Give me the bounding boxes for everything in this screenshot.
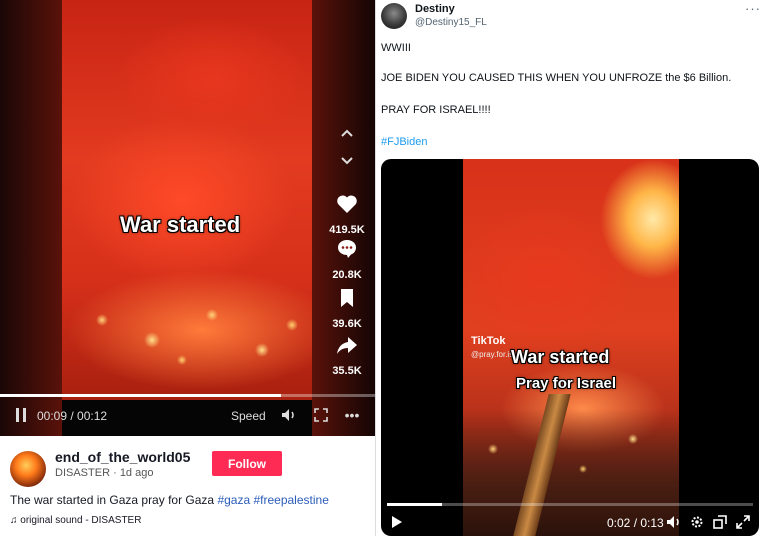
chevron-down-icon <box>341 157 353 165</box>
tweet-video-progress-bar[interactable] <box>387 503 753 506</box>
video-time: 00:09 / 00:12 <box>37 409 107 423</box>
comment-count: 20.8K <box>332 269 362 281</box>
tweet-text-line-1: WWIII <box>381 42 411 54</box>
video-frame-embers <box>62 290 312 380</box>
share-button[interactable]: 35.5K <box>326 333 368 377</box>
tiktok-watermark: TikTok <box>471 335 506 347</box>
tweet-video-progress-fill <box>387 503 442 506</box>
pause-button[interactable] <box>14 406 28 424</box>
tweet-play-button[interactable] <box>389 513 405 531</box>
hashtag-gaza[interactable]: #gaza <box>217 493 250 507</box>
post-description: The war started in Gaza pray for Gaza #g… <box>10 493 329 507</box>
chevron-up-icon <box>341 129 353 137</box>
tweet-video-controls: 0:02 / 0:13 <box>381 511 759 533</box>
tweet-author-handle[interactable]: @Destiny15_FL <box>415 17 487 28</box>
tweet-video-time: 0:02 / 0:13 <box>607 516 664 530</box>
tweet-video-caption-2: Pray for Israel <box>516 375 617 392</box>
next-video-button[interactable] <box>336 150 358 172</box>
tweet-settings-button[interactable] <box>688 513 706 531</box>
more-options-button[interactable]: ••• <box>343 406 361 424</box>
author-avatar[interactable] <box>10 451 46 487</box>
picture-in-picture-icon <box>713 515 727 529</box>
share-arrow-icon <box>337 337 357 354</box>
expand-icon <box>736 515 750 529</box>
share-count: 35.5K <box>332 365 362 377</box>
author-username[interactable]: end_of_the_world05 <box>55 449 190 465</box>
follow-button[interactable]: Follow <box>212 451 282 476</box>
pause-icon <box>16 408 26 422</box>
video-progress-fill <box>0 394 282 397</box>
speaker-icon <box>667 516 679 528</box>
speaker-icon <box>282 409 294 421</box>
bookmark-button[interactable]: 39.6K <box>326 286 368 330</box>
sound-name: original sound - DISASTER <box>20 515 142 526</box>
previous-video-button[interactable] <box>336 122 358 144</box>
more-dots-icon: ••• <box>344 407 360 423</box>
post-age: 1d ago <box>119 467 154 479</box>
tweet-volume-button[interactable] <box>665 513 683 531</box>
video-progress-bar[interactable] <box>0 394 375 397</box>
tweet-video-player[interactable]: TikTok @pray.for.israel War started Pray… <box>381 159 759 536</box>
speed-button[interactable]: Speed <box>231 409 266 423</box>
hashtag-freepalestine[interactable]: #freepalestine <box>253 493 328 507</box>
video-caption-text: War started <box>120 212 241 237</box>
tweet-fullscreen-button[interactable] <box>734 513 752 531</box>
tweet-more-button[interactable]: ··· <box>745 1 760 16</box>
music-note-icon: ♫ <box>10 515 18 526</box>
heart-icon <box>337 195 357 213</box>
description-text: The war started in Gaza pray for Gaza <box>10 493 215 507</box>
fullscreen-icon <box>314 408 328 422</box>
current-time: 00:09 <box>37 409 68 423</box>
fullscreen-button[interactable] <box>312 406 330 424</box>
volume-button[interactable] <box>280 406 298 424</box>
tweet-text-line-3: PRAY FOR ISRAEL!!!! <box>381 104 491 116</box>
video-frame-left-edge <box>0 0 62 436</box>
sound-link[interactable]: ♫ original sound - DISASTER <box>10 515 141 526</box>
comment-icon <box>338 240 356 258</box>
tweet-video-caption-1: War started <box>511 347 610 367</box>
tweet-author-name[interactable]: Destiny <box>415 3 455 15</box>
bookmark-count: 39.6K <box>332 318 362 330</box>
panel-divider <box>375 0 376 536</box>
author-meta: DISASTER · 1d ago <box>55 467 153 479</box>
hashtag-fjbiden[interactable]: #FJBiden <box>381 136 427 148</box>
bookmark-icon <box>341 289 353 307</box>
like-button[interactable]: 419.5K <box>326 192 368 236</box>
gear-icon <box>691 516 703 528</box>
tweet-text-line-2: JOE BIDEN YOU CAUSED THIS WHEN YOU UNFRO… <box>381 72 732 84</box>
comment-button[interactable]: 20.8K <box>326 237 368 281</box>
meta-separator: · <box>113 467 120 479</box>
video-controls-bar: 00:09 / 00:12 Speed ••• <box>0 404 375 428</box>
tweet-pip-button[interactable] <box>711 513 729 531</box>
like-count: 419.5K <box>329 224 365 236</box>
tiktok-video-player[interactable]: War started 419.5K 20.8K 39.6K 35.5K <box>0 0 375 436</box>
tweet-author-avatar[interactable] <box>381 3 407 29</box>
author-nickname: DISASTER <box>55 467 111 479</box>
play-icon <box>392 516 402 528</box>
duration: 00:12 <box>77 409 108 423</box>
tweet-hashtag-line: #FJBiden <box>381 136 427 148</box>
